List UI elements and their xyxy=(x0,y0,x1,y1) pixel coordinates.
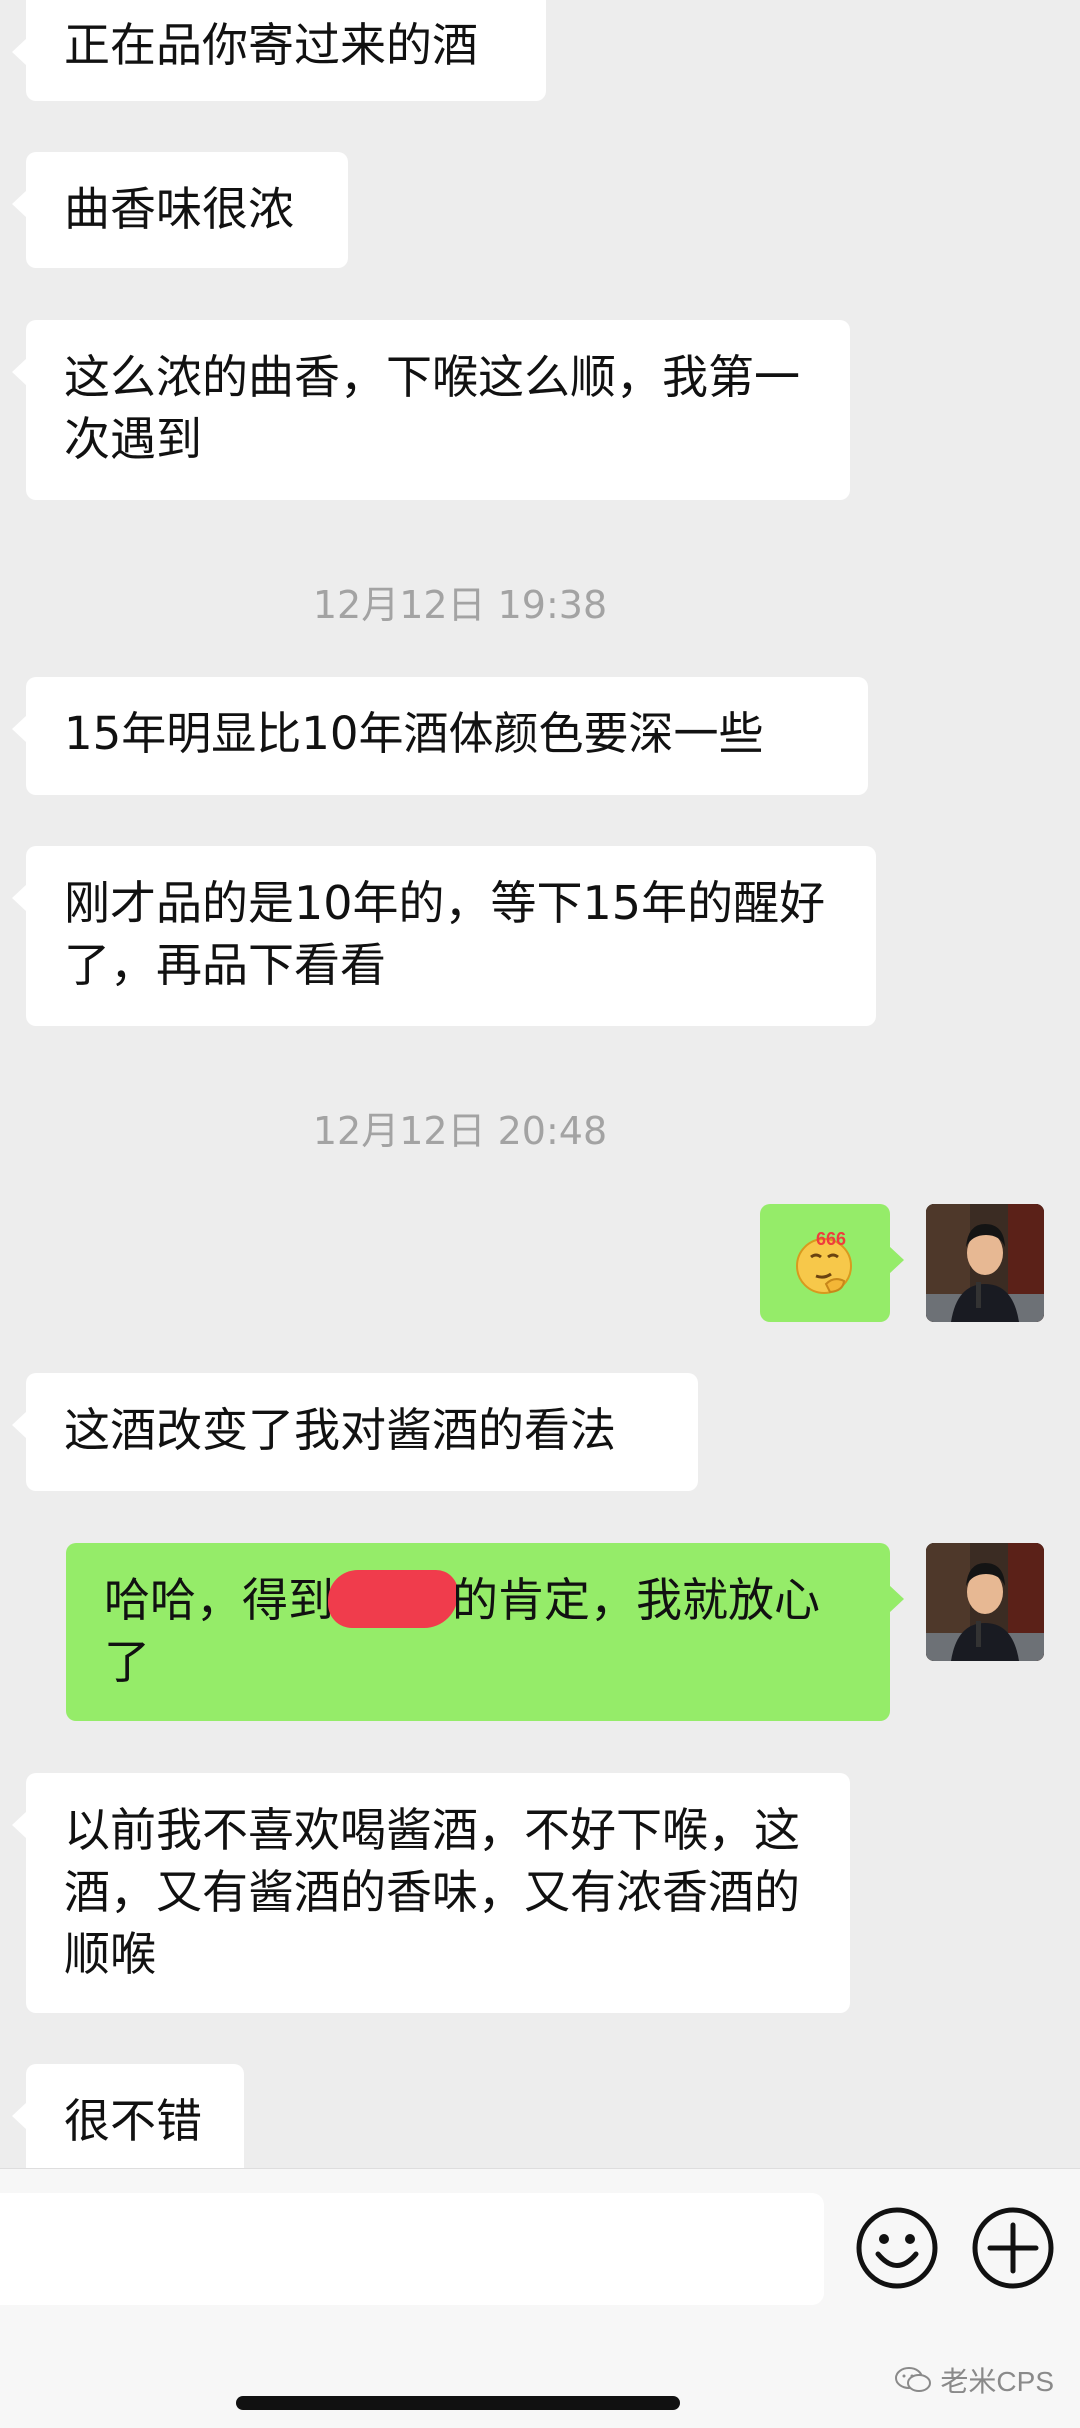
incoming-message-bubble[interactable]: 这酒改变了我对酱酒的看法 xyxy=(12,1373,698,1491)
timestamp: 12月12日 20:48 xyxy=(312,1109,608,1153)
incoming-message-bubble[interactable]: 曲香味很浓 xyxy=(12,152,348,268)
message-text: 曲香味很浓 xyxy=(64,182,294,236)
incoming-message-bubble[interactable]: 刚才品的是10年的，等下15年的醒好了，再品下看看 xyxy=(12,846,876,1026)
timestamp: 12月12日 19:38 xyxy=(312,583,608,627)
watermark-text: 老米CPS xyxy=(940,2366,1054,2397)
wechat-logo-icon xyxy=(895,2367,932,2392)
message-text: 很不错 xyxy=(64,2094,202,2148)
message-text: 刚才品的是10年的，等下15年的醒好了，再品下看看 xyxy=(64,876,826,992)
message-text: 以前我不喜欢喝酱酒，不好下喉，这酒，又有酱酒的香味，又有浓香酒的顺喉 xyxy=(64,1803,800,1981)
message-text-before: 哈哈，得到 xyxy=(104,1573,334,1627)
thinking-666-emoji-icon: 666 xyxy=(796,1229,852,1294)
plus-circle-icon[interactable] xyxy=(970,2205,1056,2291)
avatar[interactable] xyxy=(926,1204,1044,1322)
incoming-message-bubble[interactable]: 正在品你寄过来的酒 xyxy=(12,0,546,101)
incoming-message-bubble[interactable]: 这么浓的曲香，下喉这么顺，我第一次遇到 xyxy=(12,320,850,500)
profile-photo-icon xyxy=(926,1543,1044,1661)
smiley-face-icon[interactable] xyxy=(854,2205,940,2291)
message-text: 正在品你寄过来的酒 xyxy=(64,18,478,72)
incoming-message-bubble[interactable]: 15年明显比10年酒体颜色要深一些 xyxy=(12,677,868,795)
message-input[interactable] xyxy=(0,2193,824,2305)
incoming-message-bubble[interactable]: 很不错 xyxy=(12,2064,244,2168)
message-text: 15年明显比10年酒体颜色要深一些 xyxy=(64,707,764,760)
profile-photo-icon xyxy=(926,1204,1044,1322)
message-text: 这么浓的曲香，下喉这么顺，我第一次遇到 xyxy=(64,350,800,466)
home-indicator[interactable] xyxy=(236,2396,680,2410)
watermark: 老米CPS xyxy=(894,2358,1054,2402)
incoming-message-bubble[interactable]: 以前我不喜欢喝酱酒，不好下喉，这酒，又有酱酒的香味，又有浓香酒的顺喉 xyxy=(12,1773,850,2013)
chat-area[interactable]: 正在品你寄过来的酒 曲香味很浓 这么浓的曲香，下喉这么顺，我第一次遇到 12月1… xyxy=(0,0,1080,2168)
redaction-mark xyxy=(328,1570,458,1628)
outgoing-sticker-bubble[interactable]: 666 xyxy=(760,1204,904,1322)
emoji-label: 666 xyxy=(816,1229,846,1249)
avatar[interactable] xyxy=(926,1543,1044,1661)
message-text: 这酒改变了我对酱酒的看法 xyxy=(64,1403,616,1457)
outgoing-message-bubble[interactable]: 哈哈，得到 的肯定，我就放心了 xyxy=(66,1543,904,1721)
